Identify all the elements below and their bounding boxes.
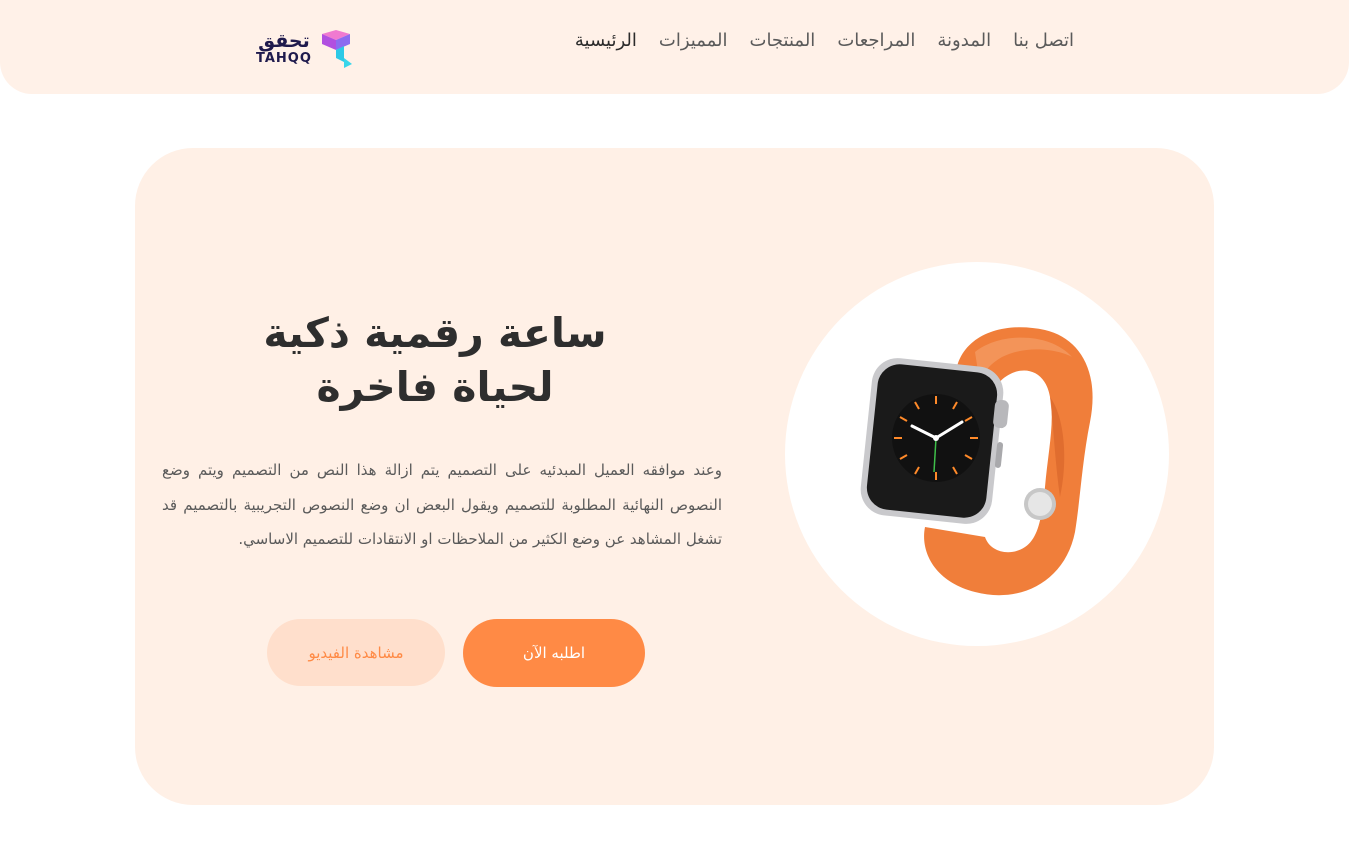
order-now-button[interactable]: اطلبه الآن — [463, 619, 645, 687]
site-logo[interactable]: تحقق TAHQQ — [256, 26, 362, 70]
smartwatch-image — [860, 327, 1093, 596]
nav-link-home[interactable]: الرئيسية — [575, 30, 637, 51]
hero-title-line1: ساعة رقمية ذكية — [263, 309, 607, 357]
logo-wordmark: تحقق TAHQQ — [256, 29, 312, 66]
nav-link-products[interactable]: المنتجات — [750, 30, 816, 51]
product-image-circle — [785, 262, 1169, 646]
logo-mark-icon — [321, 30, 352, 68]
hero-description: وعند موافقه العميل المبدئيه على التصميم … — [162, 461, 722, 548]
nav-link-reviews[interactable]: المراجعات — [837, 30, 915, 51]
top-navbar: الرئيسية المميزات المنتجات المراجعات الم… — [0, 0, 1349, 94]
hero-section: ساعة رقمية ذكية لحياة فاخرة وعند موافقه … — [135, 148, 1214, 805]
logo-latin-text: TAHQQ — [256, 50, 312, 66]
nav-menu: الرئيسية المميزات المنتجات المراجعات الم… — [575, 30, 1074, 51]
hero-title: ساعة رقمية ذكية لحياة فاخرة — [160, 306, 710, 414]
hero-title-line2: لحياة فاخرة — [316, 363, 554, 411]
nav-link-contact[interactable]: اتصل بنا — [1013, 30, 1074, 51]
nav-link-blog[interactable]: المدونة — [937, 30, 991, 51]
nav-link-features[interactable]: المميزات — [659, 30, 728, 51]
logo-arabic-text: تحقق — [258, 29, 310, 52]
watch-video-button[interactable]: مشاهدة الفيديو — [267, 619, 445, 686]
